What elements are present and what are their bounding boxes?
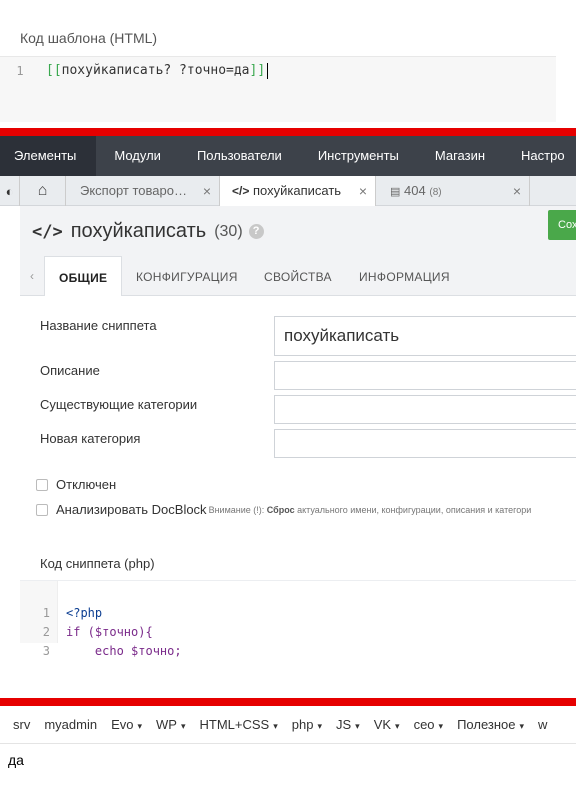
tab-properties[interactable]: СВОЙСТВА bbox=[264, 256, 332, 296]
code-line[interactable]: [[похуйкаписать? ?точно=да]] bbox=[46, 57, 269, 85]
template-code-editor[interactable]: 1 [[похуйкаписать? ?точно=да]] bbox=[0, 56, 556, 122]
subtab-bar: ‹ ОБЩИЕ КОНФИГУРАЦИЯ СВОЙСТВА ИНФОРМАЦИЯ bbox=[20, 256, 576, 297]
caret-down-icon: ▾ bbox=[317, 721, 322, 731]
tab-bar: ◐ ⌂ Экспорт товаро… × </> похуйкаписать … bbox=[0, 176, 576, 207]
nav-modules[interactable]: Модули bbox=[96, 136, 179, 176]
page-title: </> похуйкаписать (30) ? bbox=[32, 220, 264, 243]
bookmark-evo[interactable]: Evo ▾ bbox=[104, 717, 149, 732]
tab-information[interactable]: ИНФОРМАЦИЯ bbox=[359, 256, 450, 296]
caret-down-icon: ▾ bbox=[180, 721, 186, 731]
close-icon[interactable]: × bbox=[203, 176, 211, 206]
code-line: 2 if ($точно){ bbox=[42, 625, 153, 639]
snippet-editor: </> похуйкаписать (30) ? Сох ‹ ОБЩИЕ КОН… bbox=[20, 206, 576, 658]
divider-bar bbox=[0, 128, 576, 136]
docblock-label: Анализировать DocBlock bbox=[56, 502, 207, 517]
name-field[interactable]: похуйкаписать bbox=[274, 316, 576, 356]
caret-down-icon: ▾ bbox=[438, 721, 444, 731]
existing-categories-label: Существующие категории bbox=[40, 397, 198, 412]
code-line: 1 <?php bbox=[42, 606, 103, 620]
divider-bar bbox=[0, 698, 576, 706]
template-code-panel: Код шаблона (HTML) 1 [[похуйкаписать? ?т… bbox=[0, 0, 576, 128]
disabled-checkbox[interactable] bbox=[36, 478, 48, 491]
template-code-label: Код шаблона (HTML) bbox=[20, 30, 158, 46]
disabled-row: Отключен bbox=[36, 477, 116, 492]
top-nav: Элементы Модули Пользователи Инструменты… bbox=[0, 136, 576, 176]
tab-label: похуйкаписать bbox=[252, 183, 342, 198]
tab-export[interactable]: Экспорт товаро… × bbox=[66, 176, 220, 206]
tab-404[interactable]: ▤ 404 (8) × bbox=[376, 176, 530, 206]
tab-label: Экспорт товаро… bbox=[80, 183, 187, 198]
tab-label: 404 bbox=[404, 183, 426, 198]
snippet-title: похуйкаписать bbox=[70, 220, 207, 242]
nav-store[interactable]: Магазин bbox=[417, 136, 503, 176]
close-icon[interactable]: × bbox=[359, 176, 367, 206]
bookmark-w[interactable]: w bbox=[531, 717, 554, 732]
bookmarks-bar: srv myadmin Evo ▾ WP ▾ HTML+CSS ▾ php ▾ JS ▾ … bbox=[0, 706, 576, 744]
help-icon[interactable]: ? bbox=[248, 224, 264, 239]
snippet-call-text: похуйкаписать? ?точно=да bbox=[61, 63, 250, 78]
disabled-label: Отключен bbox=[56, 477, 117, 492]
page-output: да bbox=[8, 752, 24, 768]
open-brackets: [[ bbox=[46, 63, 62, 78]
caret-down-icon: ▾ bbox=[519, 721, 525, 731]
tab-configuration[interactable]: КОНФИГУРАЦИЯ bbox=[136, 256, 238, 296]
php-code-editor[interactable]: 1 <?php 2 if ($точно){ 3 echo $точно; bbox=[20, 580, 576, 658]
caret-down-icon: ▾ bbox=[355, 721, 360, 731]
bookmark-js[interactable]: JS ▾ bbox=[329, 717, 367, 732]
close-icon[interactable]: × bbox=[513, 176, 521, 206]
nav-elements[interactable]: Элементы bbox=[0, 136, 97, 176]
bookmark-wp[interactable]: WP ▾ bbox=[149, 717, 192, 732]
name-label: Название сниппета bbox=[40, 318, 157, 333]
home-icon[interactable]: ⌂ bbox=[20, 176, 66, 206]
bookmark-useful[interactable]: Полезное ▾ bbox=[450, 717, 531, 732]
bookmark-myadmin[interactable]: myadmin bbox=[37, 717, 104, 732]
text-cursor bbox=[267, 62, 269, 79]
bookmark-html-css[interactable]: HTML+CSS ▾ bbox=[193, 717, 285, 732]
tab-general[interactable]: ОБЩИЕ bbox=[44, 256, 123, 297]
code-section-label: Код сниппета (php) bbox=[40, 556, 155, 571]
nav-users[interactable]: Пользователи bbox=[179, 136, 300, 176]
description-field[interactable] bbox=[274, 361, 576, 390]
code-line: 3 echo $точно; bbox=[42, 644, 182, 658]
new-category-field[interactable] bbox=[274, 429, 576, 458]
bookmark-php[interactable]: php ▾ bbox=[285, 717, 329, 732]
line-number: 1 bbox=[16, 64, 24, 78]
chevron-left-icon[interactable]: ‹ bbox=[20, 256, 44, 296]
tab-snippet[interactable]: </> похуйкаписать × bbox=[220, 176, 376, 207]
bookmark-vk[interactable]: VK ▾ bbox=[367, 717, 407, 732]
caret-down-icon: ▾ bbox=[137, 721, 143, 731]
new-category-label: Новая категория bbox=[40, 431, 141, 446]
snippet-id: (30) bbox=[214, 222, 243, 240]
caret-down-icon: ▾ bbox=[273, 721, 278, 731]
tab-badge: (8) bbox=[429, 187, 442, 198]
close-brackets: ]] bbox=[249, 63, 266, 78]
code-icon: </> bbox=[232, 184, 250, 198]
caret-down-icon: ▾ bbox=[395, 721, 400, 731]
nav-settings[interactable]: Настро bbox=[503, 136, 576, 176]
existing-categories-field[interactable] bbox=[274, 395, 576, 424]
docblock-row: Анализировать DocBlock Внимание (!): Сбр… bbox=[36, 502, 531, 517]
nav-tools[interactable]: Инструменты bbox=[300, 136, 417, 176]
bookmark-ceo[interactable]: ceo ▾ bbox=[407, 717, 451, 732]
theme-toggle-icon[interactable]: ◐ bbox=[0, 176, 20, 206]
general-form: Название сниппета похуйкаписать Описание… bbox=[20, 296, 576, 658]
manager-panel: Элементы Модули Пользователи Инструменты… bbox=[0, 136, 576, 658]
browser-panel: srv myadmin Evo ▾ WP ▾ HTML+CSS ▾ php ▾ JS ▾ … bbox=[0, 706, 576, 806]
description-label: Описание bbox=[40, 363, 100, 378]
page-icon: ▤ bbox=[390, 186, 401, 198]
code-icon: </> bbox=[32, 221, 63, 242]
docblock-checkbox[interactable] bbox=[36, 503, 48, 516]
docblock-hint: Внимание (!): Сброс актуального имени, к… bbox=[208, 504, 532, 515]
save-button[interactable]: Сох bbox=[548, 210, 576, 240]
bookmark-srv[interactable]: srv bbox=[0, 717, 37, 732]
